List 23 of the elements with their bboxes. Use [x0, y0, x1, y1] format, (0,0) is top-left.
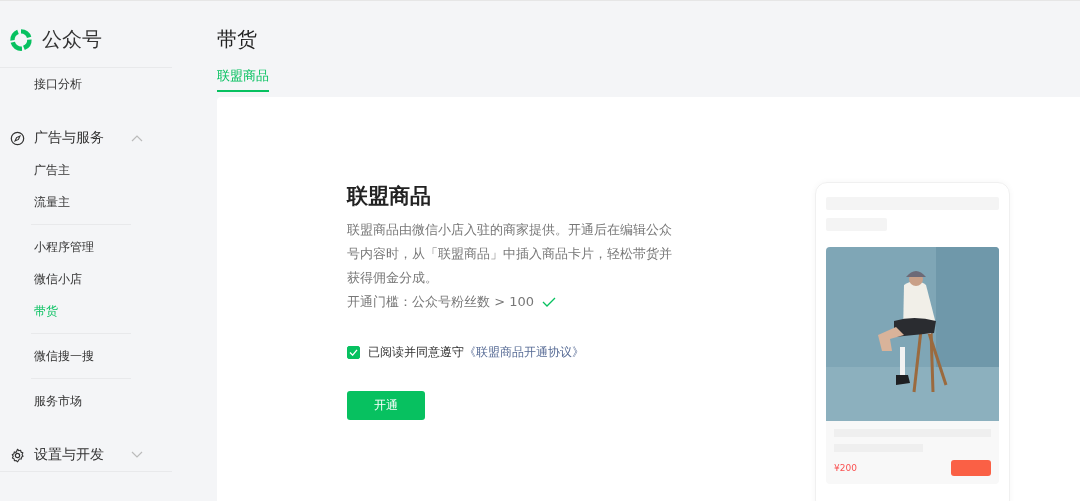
- page-title: 带货: [217, 26, 258, 53]
- agreement-link[interactable]: 《联盟商品开通协议》: [464, 344, 584, 361]
- sidebar-section[interactable]: 设置与开发: [0, 439, 172, 471]
- compass-icon: [10, 130, 25, 146]
- agreement-text: 已阅读并同意遵守: [368, 344, 464, 361]
- sidebar-item[interactable]: 服务市场: [0, 385, 172, 417]
- chevron-up-icon: [131, 134, 143, 142]
- section-heading: 联盟商品: [347, 183, 432, 210]
- threshold-text: 开通门槛：公众号粉丝数 > 100: [347, 293, 534, 311]
- sidebar-item[interactable]: 流量主: [0, 186, 172, 218]
- sidebar-item[interactable]: 接口分析: [0, 68, 172, 100]
- price-text: ¥200: [834, 463, 857, 473]
- sidebar-item[interactable]: 微信搜一搜: [0, 340, 172, 372]
- checkbox[interactable]: [347, 346, 360, 359]
- sidebar-item[interactable]: 广告主: [0, 154, 172, 186]
- sidebar-item[interactable]: 小程序管理: [0, 231, 172, 263]
- sidebar-item[interactable]: 微信小店: [0, 263, 172, 295]
- sidebar-section[interactable]: 广告与服务: [0, 122, 172, 154]
- chevron-down-icon: [131, 451, 143, 459]
- settings-icon: [10, 447, 25, 463]
- logo-icon: [8, 26, 34, 53]
- logo-text: 公众号: [42, 26, 102, 53]
- description-text: 联盟商品由微信小店入驻的商家提供。开通后在编辑公众号内容时，从「联盟商品」中插入商品卡片，轻松带货并获得佣金分成。: [347, 221, 672, 287]
